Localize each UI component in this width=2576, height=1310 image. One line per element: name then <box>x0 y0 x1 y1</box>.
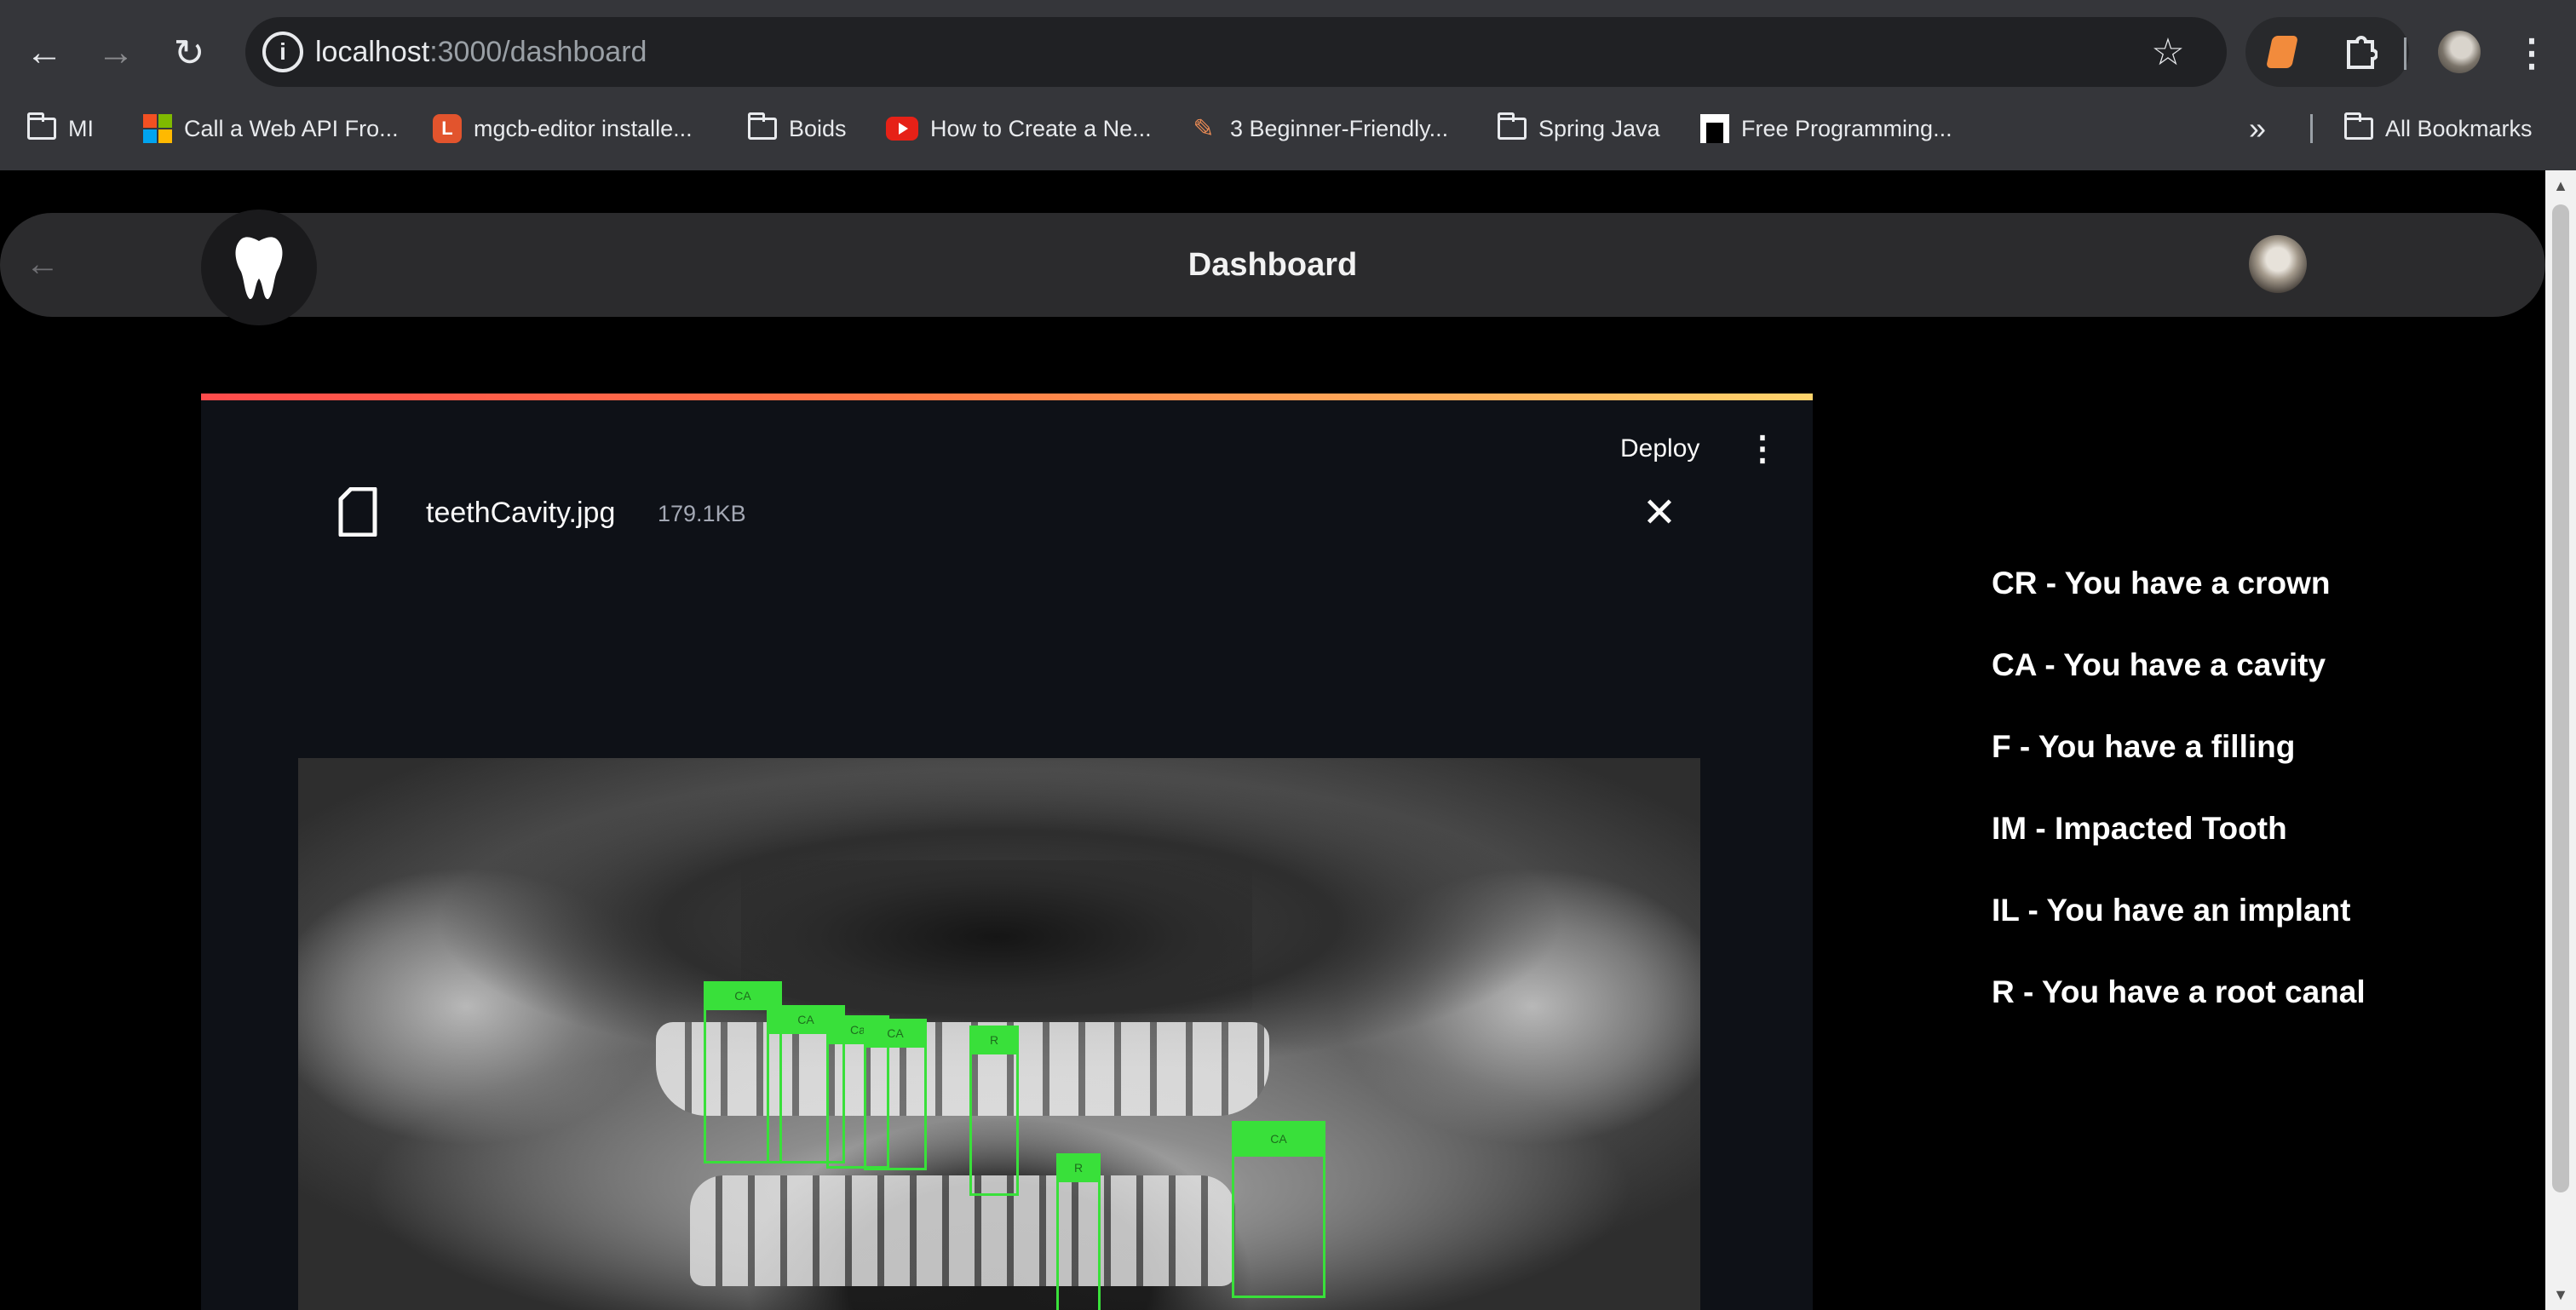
youtube-icon <box>886 117 918 141</box>
microsoft-icon <box>143 114 172 143</box>
legend-item-crown: CR - You have a crown <box>1992 566 2331 600</box>
diagnosis-legend: CR - You have a crown CA - You have a ca… <box>1992 564 2469 1054</box>
all-bookmarks-button[interactable]: All Bookmarks <box>2344 106 2533 152</box>
legend-item-root-canal: R - You have a root canal <box>1992 974 2366 1009</box>
bookmark-mgcb-editor[interactable]: L mgcb-editor installe... <box>433 106 693 152</box>
url-text[interactable]: localhost:3000/dashboard <box>315 17 647 87</box>
detection-box: CA <box>864 1019 927 1170</box>
frame-accent-bar <box>201 394 1813 400</box>
legend-item-cavity: CA - You have a cavity <box>1992 647 2326 682</box>
reload-icon[interactable]: ↻ <box>162 26 216 80</box>
browser-toolbar: ← → ↻ i localhost:3000/dashboard ☆ ⋮ <box>0 0 2576 106</box>
folder-icon <box>2344 112 2373 140</box>
streamlit-app-frame: Deploy ⋮ teethCavity.jpg 179.1KB ✕ CA CA <box>201 394 1813 1310</box>
detection-box: CA <box>1232 1121 1325 1298</box>
bookmark-label: mgcb-editor installe... <box>474 115 693 141</box>
folder-icon <box>27 112 56 140</box>
xray-lower-teeth <box>690 1175 1235 1286</box>
site-icon <box>1700 114 1729 143</box>
bookmark-web-api[interactable]: Call a Web API Fro... <box>143 106 399 152</box>
bookmarks-bar: MI Call a Web API Fro... L mgcb-editor i… <box>0 106 2576 152</box>
file-name: teethCavity.jpg <box>426 497 616 529</box>
bookmark-folder-spring-java[interactable]: Spring Java <box>1498 106 1660 152</box>
bookmark-free-programming[interactable]: Free Programming... <box>1700 106 1952 152</box>
uploaded-file-row: teethCavity.jpg 179.1KB ✕ <box>337 479 1717 547</box>
url-host: localhost <box>315 36 430 68</box>
browser-menu-icon[interactable]: ⋮ <box>2513 26 2550 80</box>
detection-label: R <box>969 1026 1019 1054</box>
address-bar[interactable]: i localhost:3000/dashboard ☆ <box>245 17 2227 87</box>
detection-box: R <box>1056 1153 1101 1310</box>
file-size: 179.1KB <box>658 501 746 526</box>
detection-label: CA <box>864 1019 927 1048</box>
bookmarks-divider <box>2310 114 2313 143</box>
bookmark-label: Boids <box>789 115 847 141</box>
page-content: ← Dashboard Deploy ⋮ teethCavity.jpg 179… <box>0 170 2576 1310</box>
toolbar-divider <box>2404 37 2406 70</box>
bookmark-label: Call a Web API Fro... <box>184 115 399 141</box>
bookmark-label: Free Programming... <box>1741 115 1952 141</box>
xray-nasal-region <box>741 860 1252 1014</box>
pen-icon: ✎ <box>1193 114 1215 143</box>
scrollbar-thumb[interactable] <box>2552 204 2569 1192</box>
folder-icon <box>748 112 777 140</box>
legend-item-impacted: IM - Impacted Tooth <box>1992 811 2287 846</box>
bookmark-folder-boids[interactable]: Boids <box>748 106 847 152</box>
back-arrow-icon[interactable]: ← <box>17 26 72 80</box>
extensions-group <box>2245 17 2409 87</box>
legend-item-implant: IL - You have an implant <box>1992 893 2351 928</box>
site-info-icon[interactable]: i <box>262 32 303 72</box>
detection-label: R <box>1056 1153 1101 1182</box>
bookmark-label: MI <box>68 115 94 141</box>
extensions-puzzle-icon[interactable] <box>2334 26 2387 78</box>
bookmark-beginner-friendly[interactable]: ✎ 3 Beginner-Friendly... <box>1189 106 1448 152</box>
profile-avatar[interactable] <box>2438 31 2481 73</box>
extension-orange-icon[interactable] <box>2265 36 2299 68</box>
bookmark-label: 3 Beginner-Friendly... <box>1230 115 1449 141</box>
folder-icon <box>1498 112 1527 140</box>
detection-box: R <box>969 1026 1019 1196</box>
url-path: :3000/dashboard <box>429 36 647 68</box>
bookmark-folder-mi[interactable]: MI <box>27 106 94 152</box>
bookmark-youtube[interactable]: How to Create a Ne... <box>886 106 1152 152</box>
file-icon <box>337 486 378 537</box>
detection-label: CA <box>1232 1121 1325 1157</box>
scroll-up-arrow-icon[interactable]: ▲ <box>2545 170 2576 201</box>
more-vertical-icon[interactable]: ⋮ <box>1745 428 1780 470</box>
page-scrollbar[interactable]: ▲ ▼ <box>2545 170 2576 1310</box>
forward-arrow-icon[interactable]: → <box>89 26 143 80</box>
user-avatar[interactable] <box>2249 235 2307 293</box>
browser-chrome: ← → ↻ i localhost:3000/dashboard ☆ ⋮ MI <box>0 0 2576 170</box>
dental-xray-image: CA CA Ca CA R R CA <box>298 758 1700 1310</box>
close-icon[interactable]: ✕ <box>1634 487 1685 538</box>
deploy-button[interactable]: Deploy <box>1615 428 1705 470</box>
bookmark-label: How to Create a Ne... <box>930 115 1152 141</box>
mgcb-icon: L <box>433 114 462 143</box>
bookmark-label: Spring Java <box>1538 115 1660 141</box>
page-title: Dashboard <box>1187 247 1358 283</box>
app-header: ← Dashboard <box>0 210 2545 325</box>
scroll-down-arrow-icon[interactable]: ▼ <box>2545 1279 2576 1310</box>
bookmark-star-icon[interactable]: ☆ <box>2140 24 2196 80</box>
legend-item-filling: F - You have a filling <box>1992 729 2296 764</box>
more-bookmarks-button[interactable]: » <box>2249 106 2266 152</box>
bookmark-label: All Bookmarks <box>2385 115 2533 141</box>
